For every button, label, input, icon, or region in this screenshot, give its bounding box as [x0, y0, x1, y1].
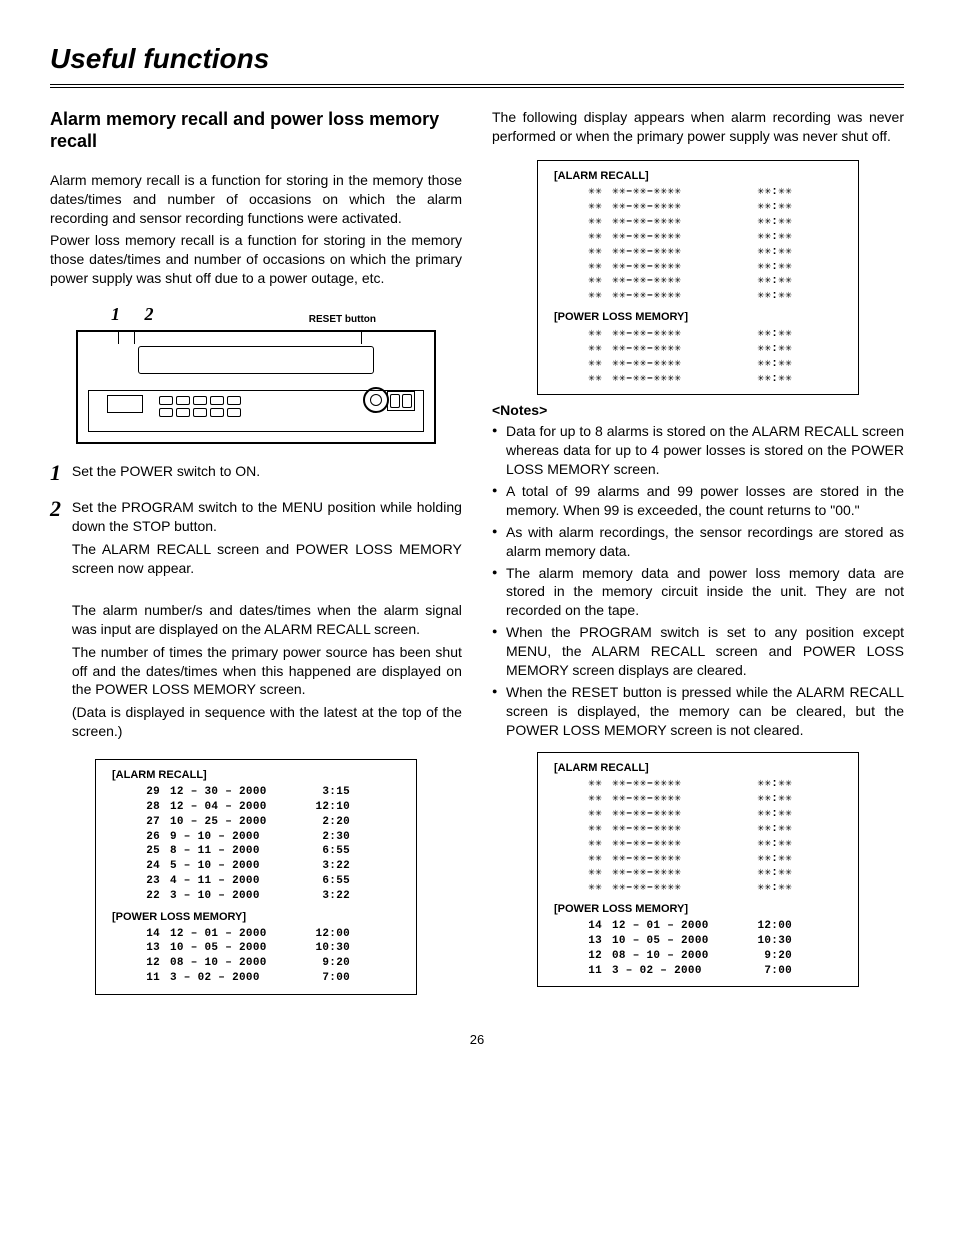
- section-heading: Alarm memory recall and power loss memor…: [50, 108, 462, 153]
- notes-list: Data for up to 8 alarms is stored on the…: [492, 422, 904, 739]
- intro-para-2: Power loss memory recall is a function f…: [50, 231, 462, 288]
- note-item: When the RESET button is pressed while t…: [492, 683, 904, 740]
- vcr-diagram: 1 2 RESET button: [76, 302, 436, 444]
- note-item: Data for up to 8 alarms is stored on the…: [492, 422, 904, 479]
- notes-heading: <Notes>: [492, 401, 904, 420]
- step-1: 1 Set the POWER switch to ON.: [50, 462, 462, 484]
- step-2d: The number of times the primary power so…: [72, 643, 462, 700]
- step-2a: Set the PROGRAM switch to the MENU posit…: [72, 498, 462, 536]
- right-intro: The following display appears when alarm…: [492, 108, 904, 146]
- step-2c: The alarm number/s and dates/times when …: [72, 601, 462, 639]
- page-number: 26: [50, 1031, 904, 1049]
- title-rule: [50, 84, 904, 88]
- note-item: As with alarm recordings, the sensor rec…: [492, 523, 904, 561]
- note-item: When the PROGRAM switch is set to any po…: [492, 623, 904, 680]
- diagram-callout-numbers: 1 2: [76, 302, 309, 326]
- screen-display-empty: [ALARM RECALL]✳✳✳✳–✳✳–✳✳✳✳✳✳:✳✳✳✳✳✳–✳✳–✳…: [537, 160, 859, 396]
- step-2: 2 Set the PROGRAM switch to the MENU pos…: [50, 498, 462, 745]
- screen-display-partial: [ALARM RECALL]✳✳✳✳–✳✳–✳✳✳✳✳✳:✳✳✳✳✳✳–✳✳–✳…: [537, 752, 859, 988]
- vcr-unit-icon: [76, 330, 436, 444]
- step-number-1: 1: [50, 462, 68, 484]
- diagram-reset-label: RESET button: [309, 313, 436, 327]
- screen-display-filled: [ALARM RECALL]2912 – 30 – 20003:152812 –…: [95, 759, 417, 995]
- left-column: Alarm memory recall and power loss memor…: [50, 108, 462, 1001]
- step-2e: (Data is displayed in sequence with the …: [72, 703, 462, 741]
- page-title: Useful functions: [50, 40, 904, 78]
- intro-para-1: Alarm memory recall is a function for st…: [50, 171, 462, 228]
- step-2b: The ALARM RECALL screen and POWER LOSS M…: [72, 540, 462, 578]
- note-item: A total of 99 alarms and 99 power losses…: [492, 482, 904, 520]
- two-column-layout: Alarm memory recall and power loss memor…: [50, 108, 904, 1001]
- note-item: The alarm memory data and power loss mem…: [492, 564, 904, 621]
- step-number-2: 2: [50, 498, 68, 520]
- right-column: The following display appears when alarm…: [492, 108, 904, 1001]
- step-1-text: Set the POWER switch to ON.: [72, 462, 462, 481]
